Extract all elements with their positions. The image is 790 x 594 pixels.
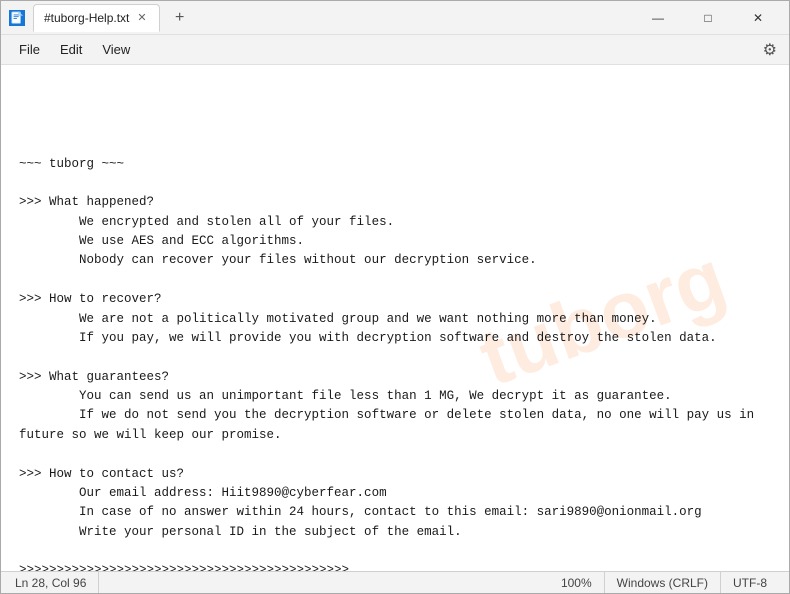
notepad-window: #tuborg-Help.txt ✕ + — □ ✕ File Edit Vie… (0, 0, 790, 594)
cursor-position: Ln 28, Col 96 (11, 572, 99, 593)
active-tab[interactable]: #tuborg-Help.txt ✕ (33, 4, 160, 32)
menu-items: File Edit View (9, 38, 759, 61)
close-button[interactable]: ✕ (735, 2, 781, 34)
tab-title: #tuborg-Help.txt (44, 11, 129, 25)
title-bar: #tuborg-Help.txt ✕ + — □ ✕ (1, 1, 789, 35)
settings-button[interactable]: ⚙ (759, 36, 781, 64)
edit-menu[interactable]: Edit (50, 38, 92, 61)
minimize-button[interactable]: — (635, 2, 681, 34)
zoom-level: 100% (549, 572, 605, 593)
tab-close-button[interactable]: ✕ (135, 11, 148, 24)
maximize-button[interactable]: □ (685, 2, 731, 34)
menu-bar: File Edit View ⚙ (1, 35, 789, 65)
content-area: tuborg ~~~ tuborg ~~~ >>> What happened?… (1, 65, 789, 571)
status-bar: Ln 28, Col 96 100% Windows (CRLF) UTF-8 (1, 571, 789, 593)
encoding: UTF-8 (721, 572, 779, 593)
line-ending: Windows (CRLF) (605, 572, 721, 593)
text-editor[interactable]: tuborg ~~~ tuborg ~~~ >>> What happened?… (1, 65, 789, 571)
app-icon (9, 10, 25, 26)
title-bar-left: #tuborg-Help.txt ✕ + (9, 4, 635, 32)
new-tab-button[interactable]: + (168, 6, 192, 30)
view-menu[interactable]: View (92, 38, 140, 61)
file-menu[interactable]: File (9, 38, 50, 61)
text-inner: ~~~ tuborg ~~~ >>> What happened? We enc… (19, 155, 771, 572)
window-controls: — □ ✕ (635, 2, 781, 34)
